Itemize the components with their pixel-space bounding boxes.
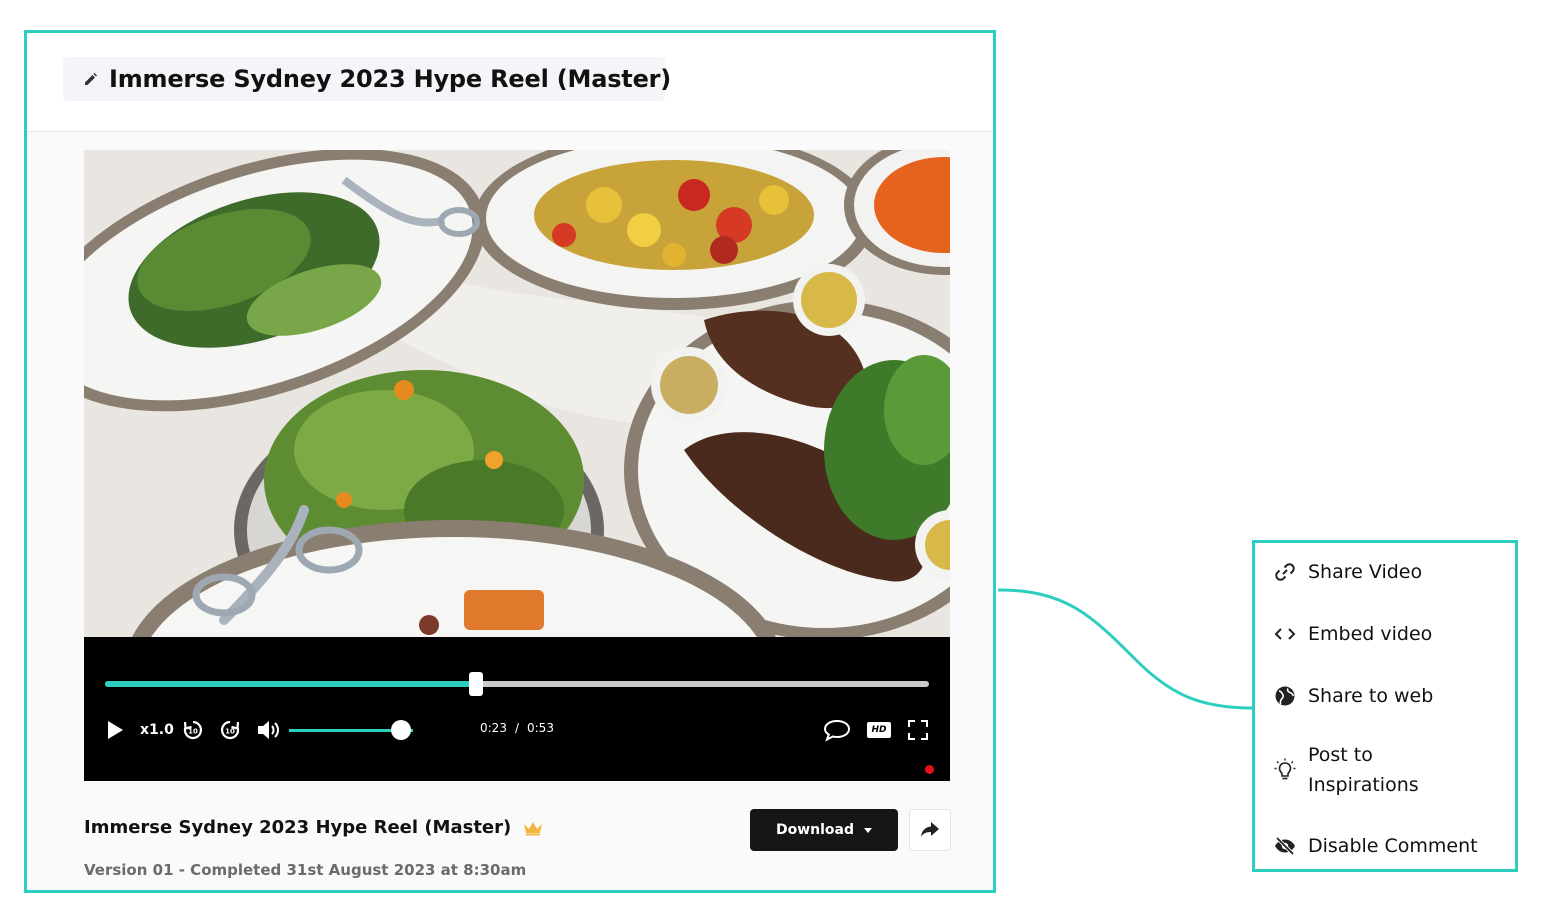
hd-label: HD: [871, 725, 887, 735]
link-icon: [1273, 560, 1297, 584]
pencil-icon: [83, 71, 99, 87]
menu-item-post-to-inspirations[interactable]: Post to Inspirations: [1273, 740, 1493, 800]
menu-item-label: Share Video: [1308, 561, 1423, 583]
video-frame[interactable]: [84, 150, 950, 637]
duration: 0:53: [527, 721, 554, 735]
card-body: x1.0 10 10 0:23 / 0:53 HD Immerse Sydney…: [27, 132, 993, 890]
caret-down-icon: [864, 827, 873, 833]
volume-icon: [258, 721, 279, 739]
video-player[interactable]: x1.0 10 10 0:23 / 0:53 HD: [84, 150, 950, 781]
share-menu: Share Video Embed video Share to web Pos…: [1252, 540, 1518, 872]
hd-icon: HD: [867, 722, 891, 738]
menu-item-label: Disable Comment: [1308, 835, 1478, 857]
fullscreen-button[interactable]: [907, 719, 929, 741]
rewind-seconds-label: 10: [188, 728, 198, 736]
connector-line: [997, 588, 1253, 710]
video-card: Immerse Sydney 2023 Hype Reel (Master) x…: [24, 30, 996, 893]
menu-item-share-to-web[interactable]: Share to web: [1273, 681, 1433, 711]
time-display: 0:23 / 0:53: [480, 721, 554, 735]
volume-handle[interactable]: [390, 720, 411, 740]
download-button[interactable]: Download: [750, 809, 898, 851]
rewind-10-icon: 10: [183, 720, 203, 740]
eye-off-icon: [1273, 834, 1297, 858]
card-header: Immerse Sydney 2023 Hype Reel (Master): [27, 33, 993, 132]
video-info-title-row: Immerse Sydney 2023 Hype Reel (Master): [84, 817, 543, 838]
recording-indicator: [925, 765, 934, 774]
code-icon: [1273, 622, 1297, 646]
fullscreen-icon: [908, 720, 928, 740]
playback-speed-button[interactable]: x1.0: [140, 721, 174, 739]
video-title: Immerse Sydney 2023 Hype Reel (Master): [84, 817, 512, 838]
seek-progress: [105, 681, 476, 687]
version-info: Version 01 - Completed 31st August 2023 …: [84, 861, 527, 879]
menu-item-label: Post to Inspirations: [1308, 744, 1419, 796]
menu-item-embed-video[interactable]: Embed video: [1273, 619, 1432, 649]
time-separator: /: [514, 721, 519, 735]
forward-10-icon: 10: [220, 720, 240, 740]
player-controls: x1.0 10 10 0:23 / 0:53 HD: [84, 637, 950, 781]
seek-bar[interactable]: [105, 672, 929, 696]
play-icon: [108, 721, 123, 739]
download-label: Download: [775, 822, 855, 838]
globe-icon: [1273, 684, 1297, 708]
crown-icon: [523, 820, 543, 836]
page-title: Immerse Sydney 2023 Hype Reel (Master): [109, 65, 672, 93]
video-thumbnail: [84, 150, 950, 637]
share-arrow-icon: [921, 822, 939, 837]
share-button[interactable]: [909, 809, 951, 851]
comment-icon: [823, 719, 851, 742]
play-button[interactable]: [104, 719, 126, 741]
menu-item-label: Embed video: [1308, 623, 1433, 645]
seek-handle[interactable]: [468, 672, 483, 696]
comments-button[interactable]: [823, 718, 851, 742]
forward-10-button[interactable]: 10: [219, 719, 241, 741]
menu-item-disable-comment[interactable]: Disable Comment: [1273, 831, 1478, 861]
lightbulb-icon: [1273, 758, 1297, 782]
current-time: 0:23: [480, 721, 507, 735]
menu-item-label: Share to web: [1308, 685, 1434, 707]
editable-title[interactable]: Immerse Sydney 2023 Hype Reel (Master): [63, 57, 671, 101]
forward-seconds-label: 10: [225, 728, 235, 736]
menu-item-share-video[interactable]: Share Video: [1273, 557, 1422, 587]
hd-quality-button[interactable]: HD: [866, 721, 892, 739]
rewind-10-button[interactable]: 10: [182, 719, 204, 741]
mute-button[interactable]: [256, 718, 282, 742]
